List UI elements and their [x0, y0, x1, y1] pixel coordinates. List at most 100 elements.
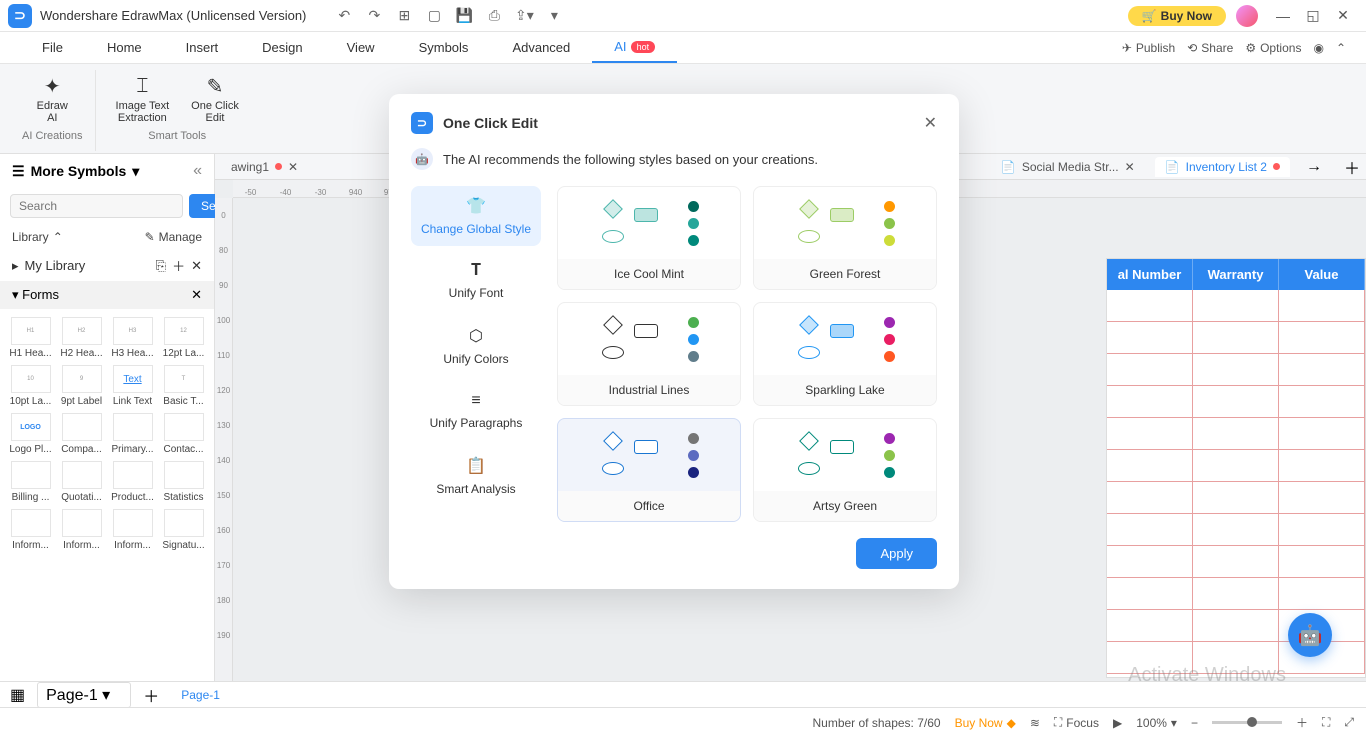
- menu-ai[interactable]: AIhot: [592, 32, 677, 63]
- menu-home[interactable]: Home: [85, 32, 164, 63]
- page-select[interactable]: Page-1 ▾: [37, 682, 131, 708]
- page-add-icon[interactable]: ＋: [143, 683, 159, 707]
- more-icon[interactable]: ▾: [546, 8, 562, 24]
- menu-file[interactable]: File: [20, 32, 85, 63]
- apply-button[interactable]: Apply: [856, 538, 937, 569]
- table-row[interactable]: [1107, 546, 1365, 578]
- table-row[interactable]: [1107, 578, 1365, 610]
- table-row[interactable]: [1107, 418, 1365, 450]
- close-button[interactable]: ✕: [1328, 2, 1358, 30]
- opt-unify-colors[interactable]: ⬡Unify Colors: [411, 316, 541, 376]
- table-row[interactable]: [1107, 290, 1365, 322]
- forms-close-icon[interactable]: ✕: [191, 287, 202, 303]
- library-link[interactable]: Library ⌃: [12, 230, 63, 244]
- style-card-green-forest[interactable]: Green Forest: [753, 186, 937, 290]
- shape-item[interactable]: Quotati...: [59, 461, 104, 503]
- shape-item[interactable]: H2H2 Hea...: [59, 317, 104, 359]
- menu-symbols[interactable]: Symbols: [397, 32, 491, 63]
- fit-page-icon[interactable]: ⛶: [1322, 715, 1330, 730]
- save-icon[interactable]: 💾: [456, 8, 472, 24]
- collapse-panel-icon[interactable]: «: [193, 162, 202, 180]
- table-row[interactable]: [1107, 514, 1365, 546]
- new-icon[interactable]: ⊞: [396, 8, 412, 24]
- shape-item[interactable]: 1212pt La...: [161, 317, 206, 359]
- shape-item[interactable]: H1H1 Hea...: [8, 317, 53, 359]
- maximize-button[interactable]: ◱: [1298, 2, 1328, 30]
- fullscreen-icon[interactable]: ⤢: [1344, 715, 1354, 730]
- ai-chat-fab[interactable]: 🤖: [1288, 613, 1332, 657]
- redo-icon[interactable]: ↷: [366, 8, 382, 24]
- menu-view[interactable]: View: [325, 32, 397, 63]
- edraw-ai-button[interactable]: ✦ Edraw AI: [29, 70, 76, 128]
- style-card-office[interactable]: Office: [557, 418, 741, 522]
- minimize-button[interactable]: —: [1268, 2, 1298, 30]
- focus-mode[interactable]: ⛶ Focus: [1054, 715, 1099, 730]
- tab-next-icon[interactable]: →: [1300, 158, 1328, 176]
- mylib-add-icon[interactable]: ＋: [172, 256, 185, 275]
- buy-now-button[interactable]: 🛒 Buy Now: [1128, 6, 1226, 26]
- opt-unify-paragraphs[interactable]: ≡Unify Paragraphs: [411, 382, 541, 440]
- user-avatar[interactable]: [1236, 5, 1258, 27]
- table-row[interactable]: [1107, 354, 1365, 386]
- style-card-ice-cool-mint[interactable]: Ice Cool Mint: [557, 186, 741, 290]
- panel-title[interactable]: ☰ More Symbols▾: [12, 163, 139, 180]
- layers-icon[interactable]: ≋: [1030, 716, 1040, 730]
- table-row[interactable]: [1107, 450, 1365, 482]
- shape-item[interactable]: Product...: [110, 461, 155, 503]
- play-icon[interactable]: ▶: [1113, 716, 1122, 730]
- opt-unify-font[interactable]: 𝐓Unify Font: [411, 252, 541, 310]
- expand-mylib-icon[interactable]: ▸: [12, 258, 19, 274]
- shape-item[interactable]: 99pt Label: [59, 365, 104, 407]
- style-card-sparkling-lake[interactable]: Sparkling Lake: [753, 302, 937, 406]
- opt-smart-analysis[interactable]: 📋Smart Analysis: [411, 446, 541, 506]
- tab-close-icon[interactable]: ✕: [1125, 160, 1135, 174]
- zoom-out-icon[interactable]: −: [1191, 716, 1198, 730]
- zoom-level[interactable]: 100% ▾: [1136, 716, 1177, 730]
- mylib-close-icon[interactable]: ✕: [191, 258, 202, 274]
- one-click-edit-button[interactable]: ✎ One Click Edit: [183, 70, 247, 128]
- tab-close-icon[interactable]: ✕: [288, 160, 298, 174]
- menu-advanced[interactable]: Advanced: [490, 32, 592, 63]
- collapse-ribbon-icon[interactable]: ⌃: [1336, 41, 1346, 55]
- manage-link[interactable]: ✎ Manage: [145, 230, 202, 244]
- doc-tab-inventory[interactable]: 📄 Inventory List 2: [1155, 157, 1290, 177]
- table-object[interactable]: al Number Warranty Value: [1106, 258, 1366, 678]
- table-row[interactable]: [1107, 482, 1365, 514]
- export-icon[interactable]: ⇪▾: [516, 8, 532, 24]
- my-library-label[interactable]: My Library: [25, 258, 86, 273]
- zoom-in-icon[interactable]: ＋: [1296, 714, 1308, 731]
- image-text-extraction-button[interactable]: ⌶ Image Text Extraction: [108, 70, 178, 128]
- doc-tab-social[interactable]: 📄 Social Media Str...✕: [991, 157, 1145, 177]
- shape-item[interactable]: 1010pt La...: [8, 365, 53, 407]
- publish-button[interactable]: ✈ Publish: [1122, 41, 1175, 55]
- shape-item[interactable]: Signatu...: [161, 509, 206, 551]
- shape-item[interactable]: TextLink Text: [110, 365, 155, 407]
- menu-insert[interactable]: Insert: [164, 32, 241, 63]
- shape-item[interactable]: H3H3 Hea...: [110, 317, 155, 359]
- page-tab-1[interactable]: Page-1: [171, 684, 230, 706]
- shape-item[interactable]: TBasic T...: [161, 365, 206, 407]
- zoom-slider[interactable]: [1212, 721, 1282, 724]
- table-row[interactable]: [1107, 386, 1365, 418]
- open-icon[interactable]: ▢: [426, 8, 442, 24]
- shape-item[interactable]: Contac...: [161, 413, 206, 455]
- shape-item[interactable]: Compa...: [59, 413, 104, 455]
- share-button[interactable]: ⟲ Share: [1187, 41, 1233, 55]
- style-card-industrial-lines[interactable]: Industrial Lines: [557, 302, 741, 406]
- doc-tab-drawing1[interactable]: awing1✕: [221, 157, 308, 177]
- style-card-artsy-green[interactable]: Artsy Green: [753, 418, 937, 522]
- notification-icon[interactable]: ◉: [1313, 41, 1323, 55]
- status-buy-now[interactable]: Buy Now ◆: [955, 716, 1016, 730]
- modal-close-button[interactable]: ✕: [924, 113, 937, 133]
- search-input[interactable]: [10, 194, 183, 218]
- shape-item[interactable]: Primary...: [110, 413, 155, 455]
- undo-icon[interactable]: ↶: [336, 8, 352, 24]
- mylib-action1-icon[interactable]: ⎘: [156, 258, 166, 274]
- tab-add-icon[interactable]: ＋: [1338, 155, 1366, 179]
- shape-item[interactable]: Inform...: [59, 509, 104, 551]
- shape-item[interactable]: LOGOLogo Pl...: [8, 413, 53, 455]
- shape-item[interactable]: Inform...: [8, 509, 53, 551]
- options-button[interactable]: ⚙ Options: [1245, 41, 1301, 55]
- shape-item[interactable]: Inform...: [110, 509, 155, 551]
- page-grid-icon[interactable]: ▦: [10, 685, 25, 705]
